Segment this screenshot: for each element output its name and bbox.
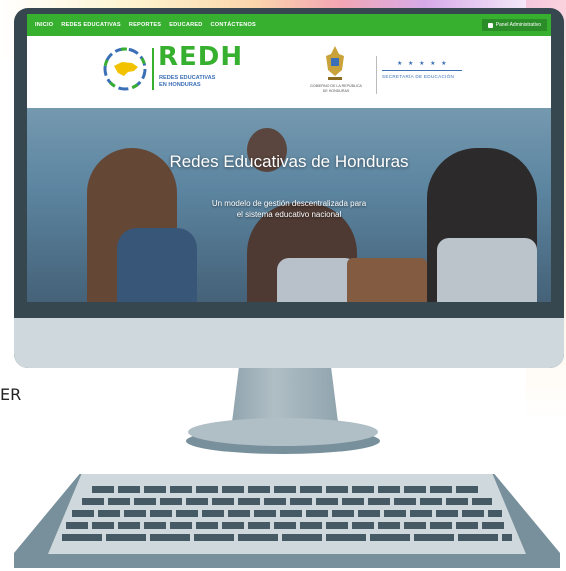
top-navigation: INICIO REDES EDUCATIVAS REPORTES EDUCARE… — [27, 14, 551, 36]
government-emblem-icon — [326, 46, 344, 80]
nav-item-reportes[interactable]: REPORTES — [129, 22, 161, 28]
nav-item-educared[interactable]: EDUCARED — [169, 22, 202, 28]
keyboard-key-row — [92, 486, 482, 493]
gov-divider — [376, 56, 377, 94]
keyboard-key-row — [82, 498, 492, 505]
hero-title: Redes Educativas de Honduras — [169, 152, 409, 171]
side-label: ER — [0, 385, 22, 404]
monitor-base — [188, 418, 378, 446]
hero-subtitle-line2: el sistema educativo nacional — [236, 210, 342, 219]
nav-item-inicio[interactable]: INICIO — [35, 22, 53, 28]
nav-item-redes-educativas[interactable]: REDES EDUCATIVAS — [61, 22, 121, 28]
logo-divider — [152, 48, 154, 90]
hero-subtitle: Un modelo de gestión descentralizada par… — [27, 198, 551, 220]
honduras-map-logo-icon[interactable] — [102, 46, 148, 92]
site-header: REDH REDES EDUCATIVAS EN HONDURAS GOBIER… — [27, 36, 551, 108]
keyboard-key-row — [66, 522, 508, 529]
logo-subtitle-line2: EN HONDURAS — [159, 82, 201, 88]
secretaria-label: SECRETARÍA DE EDUCACIÓN — [382, 74, 455, 79]
hero-banner: Redes Educativas de Honduras Un modelo d… — [27, 108, 551, 302]
secretaria-line — [382, 70, 462, 71]
monitor-chin — [14, 318, 564, 368]
admin-panel-button[interactable]: Panel Administrativo — [481, 19, 547, 31]
keyboard-keys — [62, 482, 512, 548]
admin-panel-label: Panel Administrativo — [495, 22, 541, 28]
lock-icon — [487, 22, 493, 28]
keyboard-key-row — [62, 534, 512, 541]
secretaria-stars: ★ ★ ★ ★ ★ — [397, 61, 449, 67]
logo-subtitle-line1: REDES EDUCATIVAS — [159, 75, 216, 81]
monitor-screen: INICIO REDES EDUCATIVAS REPORTES EDUCARE… — [27, 14, 551, 302]
hero-subtitle-line1: Un modelo de gestión descentralizada par… — [211, 199, 367, 208]
government-text: GOBIERNO DE LA REPÚBLICA DE HONDURAS — [310, 84, 362, 93]
nav-item-contactenos[interactable]: CONTÁCTENOS — [211, 22, 256, 28]
logo-title[interactable]: REDH — [158, 42, 243, 72]
keyboard-key-row — [72, 510, 502, 517]
